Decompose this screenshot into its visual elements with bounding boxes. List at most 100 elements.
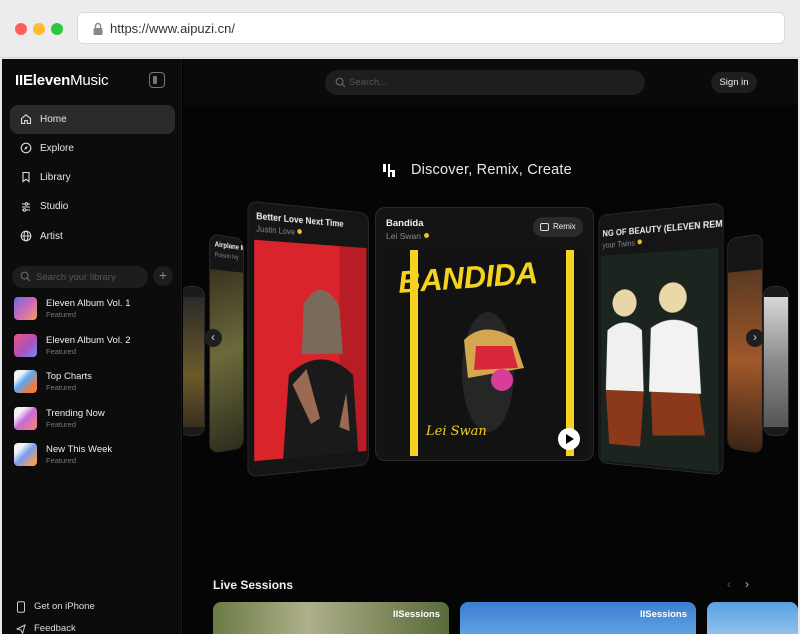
search-input[interactable]	[349, 70, 629, 95]
album-thumbnail	[14, 297, 37, 320]
live-prev-button[interactable]: ‹	[727, 577, 731, 591]
library-item[interactable]: Trending Now Featured	[14, 405, 174, 442]
library-item-title: New This Week	[46, 444, 112, 455]
sidebar-footer: Get on iPhone Feedback	[16, 600, 166, 634]
library-item-subtitle: Featured	[46, 456, 76, 465]
library-item[interactable]: Top Charts Featured	[14, 368, 174, 405]
maximize-window-button[interactable]	[51, 23, 63, 35]
cover-image	[210, 269, 244, 454]
main-content: Sign in Discover, Remix, Create Airplane…	[183, 59, 798, 634]
album-thumbnail	[14, 443, 37, 466]
album-thumbnail	[14, 334, 37, 357]
close-window-button[interactable]	[15, 23, 27, 35]
globe-icon	[20, 230, 32, 242]
track-artist: your Twins	[602, 238, 641, 250]
sidebar-nav: Home Explore Library Studio Artist	[10, 105, 175, 251]
live-session-card[interactable]	[707, 602, 798, 634]
section-title: Live Sessions	[213, 578, 293, 592]
verified-icon	[638, 239, 642, 244]
cover-image	[764, 297, 789, 427]
carousel-card[interactable]: Better Love Next Time Justin Love	[247, 200, 369, 477]
sidebar: IIElevenMusic Home Explore Library Studi…	[2, 59, 182, 634]
library-item-title: Eleven Album Vol. 2	[46, 335, 131, 346]
remix-icon	[540, 223, 549, 231]
hero-heading: Discover, Remix, Create	[383, 160, 572, 180]
sidebar-item-label: Explore	[40, 143, 74, 154]
live-next-button[interactable]: ›	[745, 577, 749, 591]
sidebar-item-explore[interactable]: Explore	[10, 134, 175, 163]
library-item-title: Top Charts	[46, 371, 92, 382]
sidebar-item-library[interactable]: Library	[10, 163, 175, 192]
album-thumbnail	[14, 407, 37, 430]
cover-art-signature: Lei Swan	[426, 424, 487, 439]
lock-icon	[92, 22, 104, 36]
sidebar-item-home[interactable]: Home	[10, 105, 175, 134]
duo-photo-illustration	[601, 248, 719, 472]
verified-icon	[424, 233, 429, 238]
bookmark-icon	[20, 171, 32, 183]
carousel-prev-button[interactable]: ‹	[204, 329, 222, 347]
library-search	[12, 266, 148, 288]
play-button[interactable]	[558, 428, 580, 450]
library-item[interactable]: Eleven Album Vol. 2 Featured	[14, 332, 174, 369]
portrait-illustration	[254, 240, 366, 461]
live-session-card[interactable]: IISessions	[460, 602, 696, 634]
send-icon	[16, 623, 26, 634]
carousel-card-active[interactable]: Bandida Lei Swan Remix BANDIDA Lei Swan	[375, 207, 594, 461]
eleven-logo-icon	[383, 164, 395, 177]
address-bar[interactable]: https://www.aipuzi.cn/	[77, 12, 785, 44]
app-window: IIElevenMusic Home Explore Library Studi…	[2, 59, 798, 634]
library-item-subtitle: Featured	[46, 347, 76, 356]
sidebar-item-label: Library	[40, 172, 71, 183]
library-item-subtitle: Featured	[46, 310, 76, 319]
sidebar-item-label: Home	[40, 114, 67, 125]
browser-chrome: https://www.aipuzi.cn/	[0, 0, 800, 58]
sessions-label: IISessions	[393, 609, 440, 620]
sidebar-item-label: Artist	[40, 231, 63, 242]
library-search-input[interactable]	[36, 266, 144, 288]
carousel-next-button[interactable]: ›	[746, 329, 764, 347]
add-library-button[interactable]: +	[153, 266, 173, 286]
album-thumbnail	[14, 370, 37, 393]
sign-in-button[interactable]: Sign in	[711, 72, 757, 93]
minimize-window-button[interactable]	[33, 23, 45, 35]
cover-image	[601, 248, 719, 472]
track-title: Bandida	[386, 218, 423, 229]
cover-image	[183, 297, 205, 427]
sidebar-item-studio[interactable]: Studio	[10, 193, 175, 222]
track-artist: Poison Ivy	[215, 252, 239, 261]
track-artist: Lei Swan	[386, 231, 429, 241]
library-item[interactable]: New This Week Featured	[14, 441, 174, 478]
feedback-link[interactable]: Feedback	[16, 622, 166, 634]
home-icon	[20, 113, 32, 125]
library-item-title: Trending Now	[46, 408, 105, 419]
url-text: https://www.aipuzi.cn/	[110, 21, 235, 36]
hero-title: Discover, Remix, Create	[411, 162, 572, 178]
track-title: Airplane M	[215, 241, 244, 252]
compass-icon	[20, 142, 32, 154]
featured-carousel: Airplane M Poison Ivy Better Love Next T…	[183, 199, 798, 489]
search-icon	[20, 271, 31, 282]
library-item-subtitle: Featured	[46, 383, 76, 392]
collapse-sidebar-button[interactable]	[149, 72, 165, 88]
search-icon	[335, 77, 346, 88]
carousel-card[interactable]	[763, 286, 789, 436]
sidebar-item-label: Studio	[40, 201, 68, 212]
track-title: NG OF BEAUTY (ELEVEN REMIX)	[602, 217, 723, 238]
library-list: Eleven Album Vol. 1 Featured Eleven Albu…	[14, 295, 174, 478]
verified-icon	[298, 229, 303, 234]
top-bar: Sign in	[183, 59, 798, 105]
global-search	[325, 70, 645, 95]
get-on-iphone-link[interactable]: Get on iPhone	[16, 600, 166, 622]
carousel-card[interactable]: NG OF BEAUTY (ELEVEN REMIX) your Twins	[598, 202, 723, 475]
library-item[interactable]: Eleven Album Vol. 1 Featured	[14, 295, 174, 332]
carousel-card[interactable]	[183, 286, 205, 436]
track-artist: Justin Love	[256, 224, 302, 237]
cover-image	[728, 269, 763, 454]
remix-button[interactable]: Remix	[533, 217, 583, 237]
sidebar-item-artist[interactable]: Artist	[10, 222, 175, 251]
live-session-card[interactable]: IISessions	[213, 602, 449, 634]
sessions-label: IISessions	[640, 609, 687, 620]
library-item-title: Eleven Album Vol. 1	[46, 298, 131, 309]
app-logo[interactable]: IIElevenMusic	[15, 72, 108, 89]
